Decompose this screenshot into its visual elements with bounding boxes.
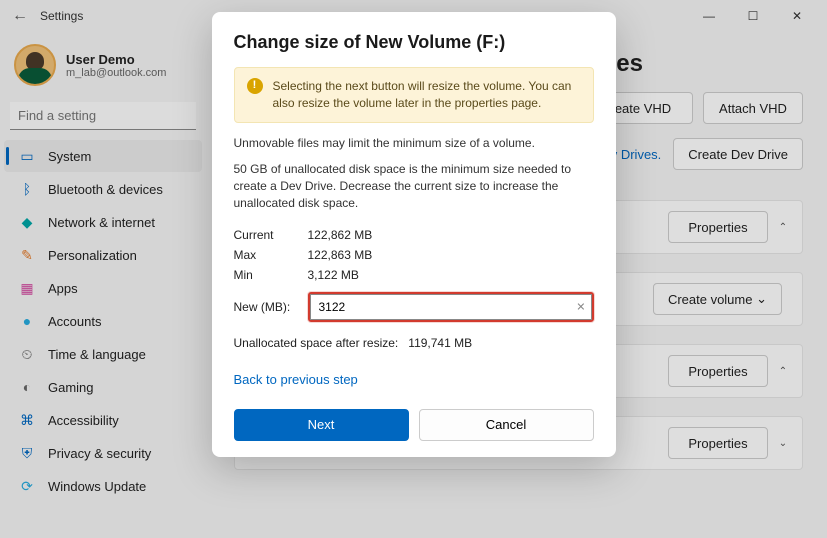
current-value: 122,862 MB [304,228,594,242]
max-label: Max [234,248,304,262]
next-button[interactable]: Next [234,409,409,441]
clear-icon[interactable]: ✕ [576,300,585,313]
dialog-title: Change size of New Volume (F:) [234,32,594,53]
max-value: 122,863 MB [304,248,594,262]
unallocated-text: Unallocated space after resize: 119,741 … [234,336,594,350]
modal-overlay: Change size of New Volume (F:) ! Selecti… [0,0,827,538]
min-value: 3,122 MB [304,268,594,282]
resize-dialog: Change size of New Volume (F:) ! Selecti… [212,12,616,457]
min-label: Min [234,268,304,282]
new-size-input[interactable] [310,294,592,320]
info-icon: ! [247,78,263,94]
cancel-button[interactable]: Cancel [419,409,594,441]
back-link[interactable]: Back to previous step [234,372,594,387]
hint-text: 50 GB of unallocated disk space is the m… [234,161,594,211]
hint-text: Unmovable files may limit the minimum si… [234,135,594,152]
info-banner: ! Selecting the next button will resize … [234,67,594,123]
current-label: Current [234,228,304,242]
new-size-label: New (MB): [234,300,300,314]
banner-text: Selecting the next button will resize th… [273,78,581,112]
